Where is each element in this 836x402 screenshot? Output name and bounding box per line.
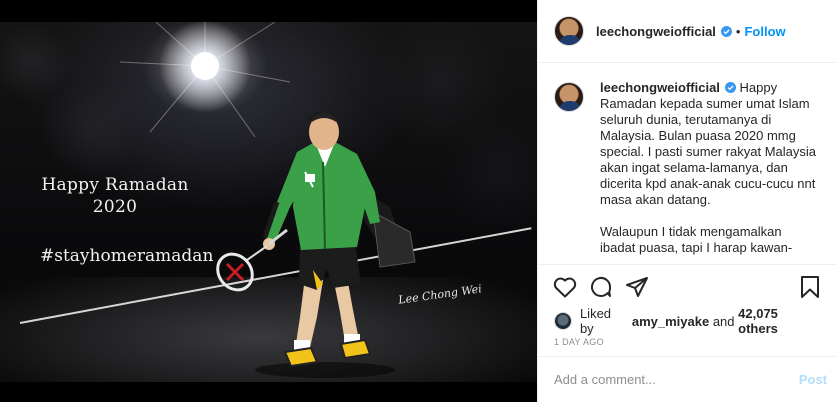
- caption-avatar[interactable]: [554, 82, 584, 112]
- verified-badge-icon: [720, 25, 732, 37]
- photo-hashtag: #stayhomeramadan: [40, 246, 214, 266]
- caption-paragraph-2: Walaupun I tidak mengamalkan ibadat puas…: [600, 224, 793, 255]
- caption-username[interactable]: leechongweiofficial: [600, 80, 720, 95]
- caption-section: leechongweiofficial Happy Ramadan kepada…: [538, 64, 836, 264]
- post-comment-button[interactable]: Post: [799, 372, 827, 387]
- follow-button[interactable]: Follow: [744, 24, 785, 39]
- caption-paragraph-1: leechongweiofficial Happy Ramadan kepada…: [600, 80, 820, 208]
- greeting-line-2: 2020: [92, 197, 138, 217]
- greeting-line-1: Happy Ramadan: [41, 175, 189, 195]
- comment-composer: Post: [538, 356, 836, 402]
- author-avatar[interactable]: [554, 16, 584, 46]
- action-icons: [538, 265, 836, 309]
- caption-verified-badge-icon: [724, 82, 736, 93]
- heart-icon[interactable]: [552, 274, 578, 300]
- likes-prefix: Liked by: [579, 306, 612, 336]
- post-side-panel: leechongweiofficial • Follow leechongwei…: [537, 0, 836, 402]
- likes-summary: Liked by amy_miyake and 42,075 others: [538, 306, 836, 336]
- comment-input[interactable]: [554, 372, 799, 387]
- header-separator: •: [735, 23, 741, 39]
- bookmark-icon[interactable]: [797, 274, 823, 300]
- liker-avatar[interactable]: [554, 312, 572, 330]
- share-icon[interactable]: [624, 274, 650, 300]
- comment-icon[interactable]: [588, 274, 614, 300]
- caption-text: leechongweiofficial Happy Ramadan kepada…: [600, 80, 820, 264]
- post-photo[interactable]: Happy Ramadan 2020 #stayhomeramadan Lee …: [0, 0, 537, 402]
- caption-body-1: Happy Ramadan kepada sumer umat Islam se…: [600, 80, 820, 207]
- post-timestamp[interactable]: 1 DAY AGO: [538, 333, 836, 355]
- liker-username[interactable]: amy_miyake: [632, 314, 709, 329]
- post-actions: Liked by amy_miyake and 42,075 others 1 …: [538, 264, 836, 402]
- post-header: leechongweiofficial • Follow: [538, 0, 836, 63]
- likes-count[interactable]: 42,075 others: [738, 306, 821, 336]
- greeting-text: Happy Ramadan 2020: [30, 174, 200, 218]
- player-figure: [216, 112, 416, 378]
- likes-middle: and: [712, 313, 735, 329]
- post-image: Happy Ramadan 2020 #stayhomeramadan Lee …: [0, 22, 537, 382]
- author-username[interactable]: leechongweiofficial: [596, 24, 716, 39]
